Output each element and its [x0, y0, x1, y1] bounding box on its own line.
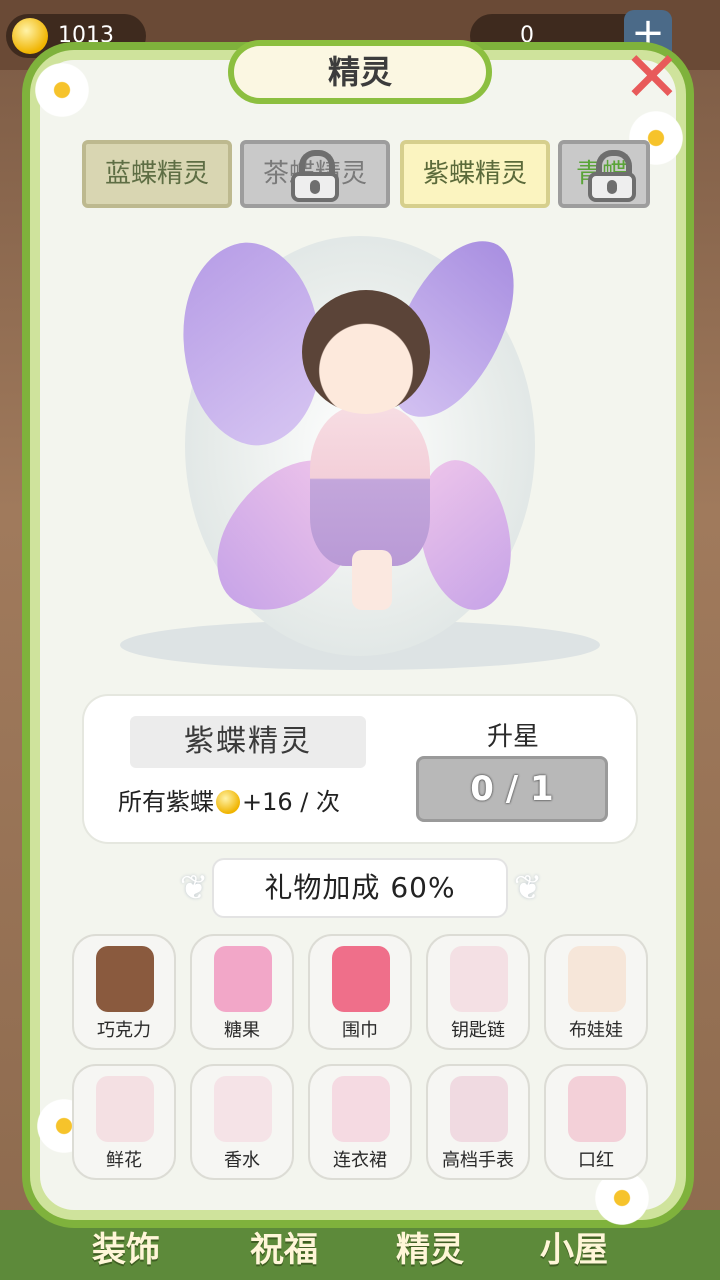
gift-bonus-label: 礼物加成 60% — [214, 860, 506, 916]
gift-item[interactable]: 钥匙链 — [426, 934, 530, 1050]
gift-item[interactable]: 香水 — [190, 1064, 294, 1180]
bouquet-icon — [96, 1076, 154, 1142]
bonus-suffix: +16 / 次 — [242, 788, 340, 816]
upgrade-star-label: 升星 — [486, 722, 539, 752]
gift-label: 巧克力 — [97, 1020, 151, 1041]
gift-label: 香水 — [224, 1150, 260, 1171]
perfume-icon — [214, 1076, 272, 1142]
gift-item[interactable]: 鲜花 — [72, 1064, 176, 1180]
gift-item[interactable]: 巧克力 — [72, 934, 176, 1050]
gift-item[interactable]: 布娃娃 — [544, 934, 648, 1050]
chocolate-icon — [96, 946, 154, 1012]
nav-house[interactable]: 小屋 — [540, 1222, 608, 1271]
nav-fairy[interactable]: 精灵 — [396, 1222, 464, 1271]
gift-label: 口红 — [578, 1150, 614, 1171]
tab-purple-butterfly-fairy[interactable]: 紫蝶精灵 — [400, 140, 550, 208]
daisy-decoration — [32, 60, 92, 120]
close-button[interactable]: ✕ — [620, 42, 684, 112]
nav-decor[interactable]: 装饰 — [92, 1222, 160, 1271]
upgrade-star-button[interactable]: 0 / 1 — [416, 756, 608, 822]
tab-blue-butterfly-fairy[interactable]: 蓝蝶精灵 — [82, 140, 232, 208]
gift-item[interactable]: 糖果 — [190, 934, 294, 1050]
tab-tea-butterfly-fairy[interactable]: 茶蝶精灵 — [240, 140, 390, 208]
gift-label: 钥匙链 — [451, 1020, 505, 1041]
doll-icon — [568, 946, 626, 1012]
gift-item[interactable]: 高档手表 — [426, 1064, 530, 1180]
fairy-bonus-text: 所有紫蝶 +16 / 次 — [118, 780, 388, 824]
bonus-prefix: 所有紫蝶 — [118, 788, 214, 816]
gift-label: 连衣裙 — [333, 1150, 387, 1171]
fairy-character-art — [90, 220, 630, 670]
candy-jar-icon — [214, 946, 272, 1012]
fairy-name: 紫蝶精灵 — [130, 716, 366, 768]
nav-blessing[interactable]: 祝福 — [250, 1222, 318, 1271]
watch-icon — [450, 1076, 508, 1142]
dress-icon — [332, 1076, 390, 1142]
gift-label: 围巾 — [342, 1020, 378, 1041]
tab-cyan-butterfly-fairy[interactable]: 青蝶精灵 — [558, 140, 650, 208]
gift-label: 糖果 — [224, 1020, 260, 1041]
secondary-count: 0 — [520, 23, 534, 48]
golden-drop-icon — [216, 790, 240, 814]
lock-icon — [584, 150, 640, 202]
panel-title: 精灵 — [228, 40, 492, 104]
gift-item[interactable]: 连衣裙 — [308, 1064, 412, 1180]
gift-item[interactable]: 围巾 — [308, 934, 412, 1050]
gift-item[interactable]: 口红 — [544, 1064, 648, 1180]
drop-currency: 1013 — [6, 14, 146, 58]
gift-label: 布娃娃 — [569, 1020, 623, 1041]
keychain-icon — [450, 946, 508, 1012]
bow-icon: ❦ — [179, 868, 209, 908]
bow-icon: ❦ — [513, 868, 543, 908]
lipstick-icon — [568, 1076, 626, 1142]
golden-drop-icon — [12, 18, 48, 54]
fairy-head — [302, 290, 430, 414]
fairy-legs — [352, 550, 392, 610]
scarf-icon — [332, 946, 390, 1012]
drop-count: 1013 — [58, 23, 114, 48]
lock-icon — [287, 150, 343, 202]
gift-label: 鲜花 — [106, 1150, 142, 1171]
gift-label: 高档手表 — [442, 1150, 514, 1171]
fairy-dress — [310, 406, 430, 566]
